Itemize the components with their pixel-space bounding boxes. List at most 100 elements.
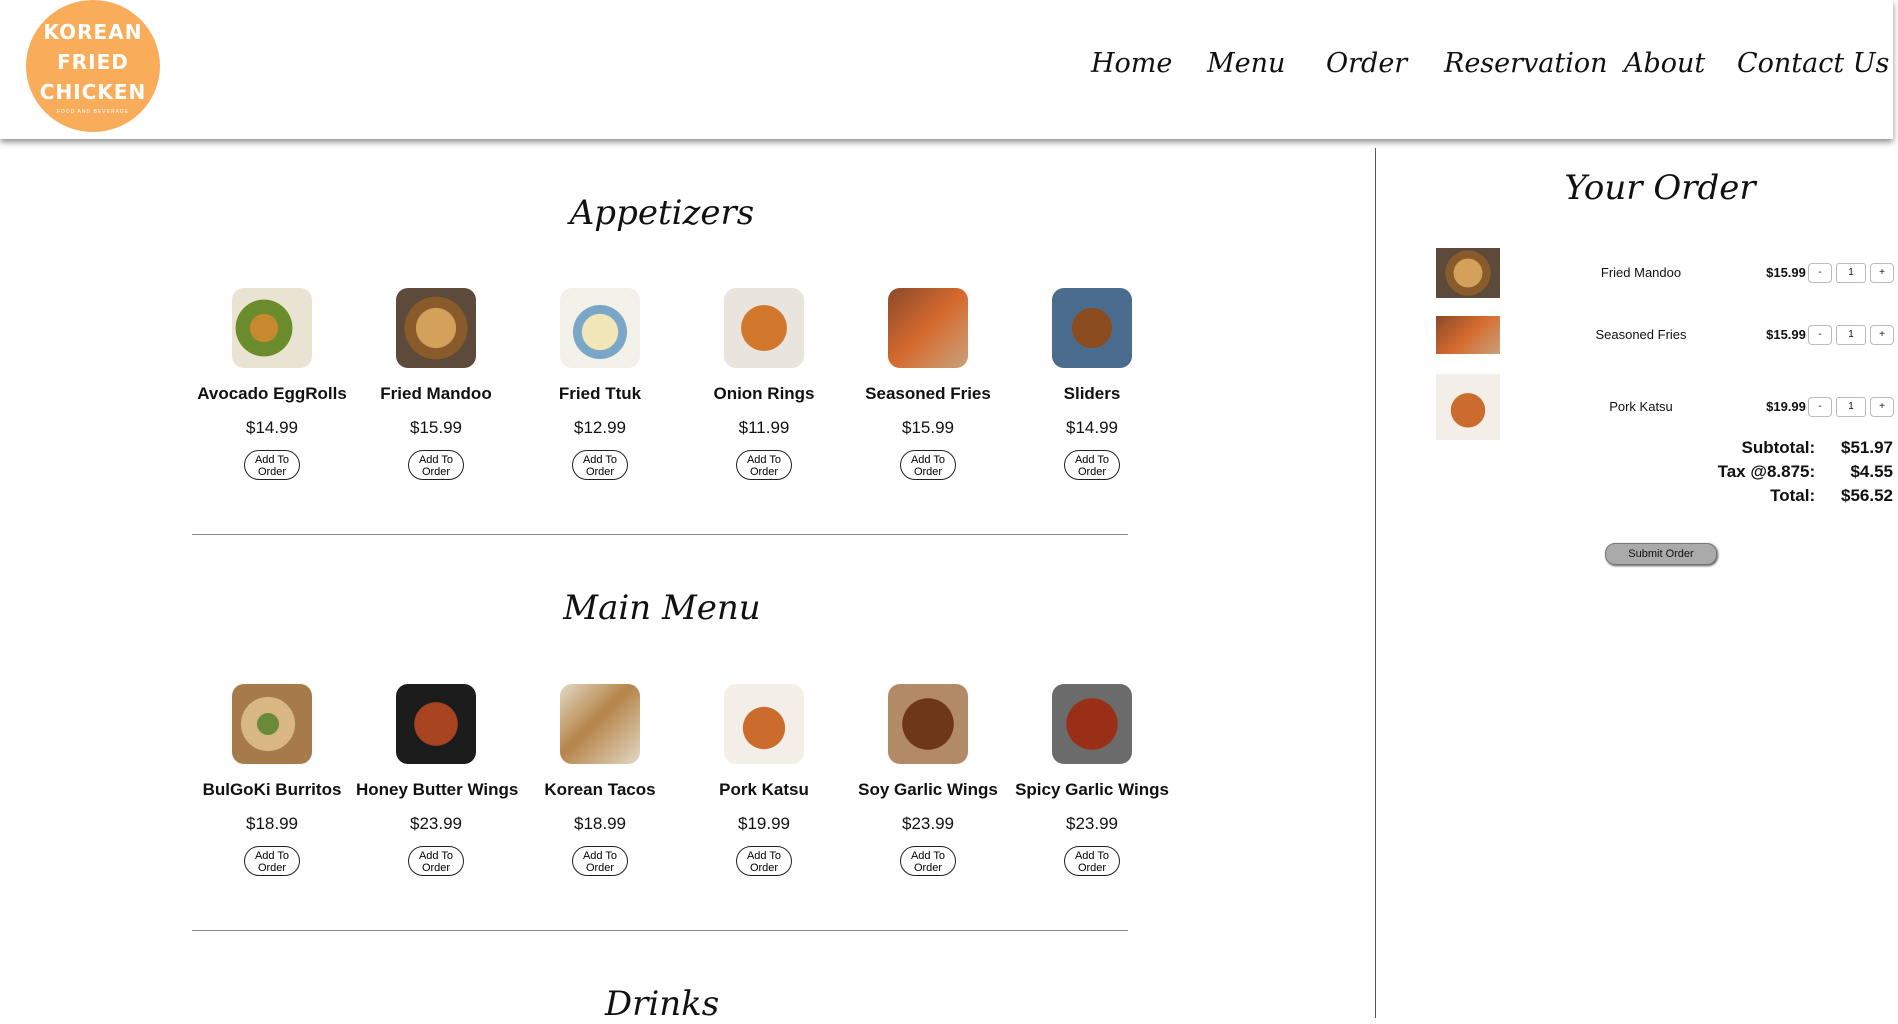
- nav-menu[interactable]: Menu: [1207, 48, 1285, 79]
- menu-item: Seasoned Fries $15.99 Add To Order: [848, 288, 1008, 480]
- logo-tagline: FOOD AND BEVERAGE: [56, 109, 129, 115]
- quantity-input[interactable]: 1: [1836, 325, 1866, 345]
- menu-item: Honey Butter Wings $23.99 Add To Order: [356, 684, 518, 876]
- food-photo: [396, 288, 476, 368]
- menu-item-price: $23.99: [410, 814, 462, 833]
- order-item-photo: [1436, 248, 1500, 298]
- menu-item: Avocado EggRolls $14.99 Add To Order: [192, 288, 352, 480]
- menu-item-name: Fried Ttuk: [558, 384, 642, 403]
- order-title: Your Order: [1564, 168, 1756, 208]
- menu-item-price: $12.99: [574, 418, 626, 437]
- add-to-order-button[interactable]: Add To Order: [572, 846, 628, 876]
- food-photo: [888, 288, 968, 368]
- add-to-order-button[interactable]: Add To Order: [572, 450, 628, 480]
- menu-item-price: $14.99: [246, 418, 298, 437]
- section-divider: [192, 534, 1128, 535]
- section-title-appetizers: Appetizers: [569, 193, 755, 233]
- vertical-divider: [1375, 148, 1376, 1018]
- add-to-order-button[interactable]: Add To Order: [244, 450, 300, 480]
- tax-value: $4.55: [1850, 462, 1893, 481]
- food-photo: [724, 288, 804, 368]
- increase-quantity-button[interactable]: +: [1870, 397, 1894, 417]
- decrease-quantity-button[interactable]: -: [1808, 325, 1832, 345]
- increase-quantity-button[interactable]: +: [1870, 325, 1894, 345]
- menu-item-price: $15.99: [902, 418, 954, 437]
- add-to-order-button[interactable]: Add To Order: [736, 450, 792, 480]
- add-to-order-button[interactable]: Add To Order: [900, 450, 956, 480]
- menu-item-name: Sliders: [1063, 384, 1121, 403]
- menu-item-price: $19.99: [738, 814, 790, 833]
- add-to-order-button[interactable]: Add To Order: [408, 450, 464, 480]
- food-photo: [1052, 288, 1132, 368]
- brand-logo[interactable]: KOREAN FRIED CHICKEN FOOD AND BEVERAGE: [26, 0, 160, 132]
- menu-item-price: $23.99: [902, 814, 954, 833]
- nav-reservation[interactable]: Reservation: [1444, 48, 1608, 79]
- add-to-order-button[interactable]: Add To Order: [900, 846, 956, 876]
- order-item-photo: [1436, 374, 1500, 440]
- total-label: Total:: [1770, 486, 1816, 505]
- order-item-name: Pork Katsu: [1609, 399, 1673, 414]
- logo-line: KOREAN: [43, 20, 143, 44]
- quantity-stepper: -1 +: [1808, 397, 1894, 417]
- menu-item-name: Seasoned Fries: [865, 384, 991, 403]
- menu-item: Spicy Garlic Wings $23.99 Add To Order: [1012, 684, 1172, 876]
- menu-item-price: $11.99: [738, 418, 790, 437]
- food-photo: [396, 684, 476, 764]
- menu-item-name: Pork Katsu: [719, 780, 809, 799]
- menu-item: Pork Katsu $19.99 Add To Order: [684, 684, 844, 876]
- menu-item: BulGoKi Burritos $18.99 Add To Order: [192, 684, 352, 876]
- add-to-order-button[interactable]: Add To Order: [1064, 846, 1120, 876]
- decrease-quantity-button[interactable]: -: [1808, 397, 1832, 417]
- menu-item-price: $14.99: [1066, 418, 1118, 437]
- subtotal-label: Subtotal:: [1741, 438, 1816, 457]
- nav-home[interactable]: Home: [1091, 48, 1172, 79]
- menu-item-name: Avocado EggRolls: [197, 384, 347, 403]
- increase-quantity-button[interactable]: +: [1870, 263, 1894, 283]
- tax-label: Tax @8.875:: [1717, 462, 1816, 481]
- food-photo: [560, 288, 640, 368]
- menu-item-name: Fried Mandoo: [380, 384, 492, 403]
- order-item-photo: [1436, 316, 1500, 354]
- menu-item-name: BulGoKi Burritos: [202, 780, 342, 799]
- food-photo: [1052, 684, 1132, 764]
- menu-item: Fried Ttuk $12.99 Add To Order: [520, 288, 680, 480]
- menu-item-price: $18.99: [574, 814, 626, 833]
- nav-contact-us[interactable]: Contact Us: [1737, 48, 1889, 79]
- menu-item-price: $15.99: [410, 418, 462, 437]
- quantity-input[interactable]: 1: [1836, 263, 1866, 283]
- menu-item: Fried Mandoo $15.99 Add To Order: [356, 288, 516, 480]
- menu-item: Onion Rings $11.99 Add To Order: [684, 288, 844, 480]
- add-to-order-button[interactable]: Add To Order: [736, 846, 792, 876]
- order-row: Seasoned Fries $15.99-1 +: [1436, 316, 1894, 380]
- food-photo: [888, 684, 968, 764]
- food-photo: [232, 684, 312, 764]
- logo-line: CHICKEN: [39, 80, 147, 104]
- menu-item-name: Spicy Garlic Wings: [1015, 780, 1169, 799]
- food-photo: [560, 684, 640, 764]
- subtotal-value: $51.97: [1841, 438, 1893, 457]
- order-item-name: Fried Mandoo: [1600, 265, 1682, 280]
- order-row: Fried Mandoo $15.99-1 +: [1436, 248, 1894, 312]
- quantity-input[interactable]: 1: [1836, 397, 1866, 417]
- nav-order[interactable]: Order: [1326, 48, 1407, 79]
- add-to-order-button[interactable]: Add To Order: [1064, 450, 1120, 480]
- order-row: Pork Katsu $19.99-1 +: [1436, 374, 1894, 440]
- quantity-stepper: -1 +: [1808, 325, 1894, 345]
- submit-order-button[interactable]: Submit Order: [1605, 543, 1717, 565]
- order-item-name: Seasoned Fries: [1595, 327, 1687, 342]
- nav-about[interactable]: About: [1624, 48, 1705, 79]
- menu-item-price: $18.99: [246, 814, 298, 833]
- menu-item: Korean Tacos $18.99 Add To Order: [520, 684, 680, 876]
- section-divider: [192, 930, 1128, 931]
- logo-line: FRIED: [57, 50, 129, 74]
- menu-item: Sliders $14.99 Add To Order: [1012, 288, 1172, 480]
- decrease-quantity-button[interactable]: -: [1808, 263, 1832, 283]
- add-to-order-button[interactable]: Add To Order: [408, 846, 464, 876]
- section-title-drinks: Drinks: [604, 984, 720, 1024]
- food-photo: [232, 288, 312, 368]
- add-to-order-button[interactable]: Add To Order: [244, 846, 300, 876]
- order-totals: Subtotal: $51.97 Tax @8.875: $4.55 Total: $…: [1640, 438, 1893, 510]
- menu-item-price: $23.99: [1066, 814, 1118, 833]
- menu-item: Soy Garlic Wings $23.99 Add To Order: [848, 684, 1008, 876]
- total-value: $56.52: [1841, 486, 1893, 505]
